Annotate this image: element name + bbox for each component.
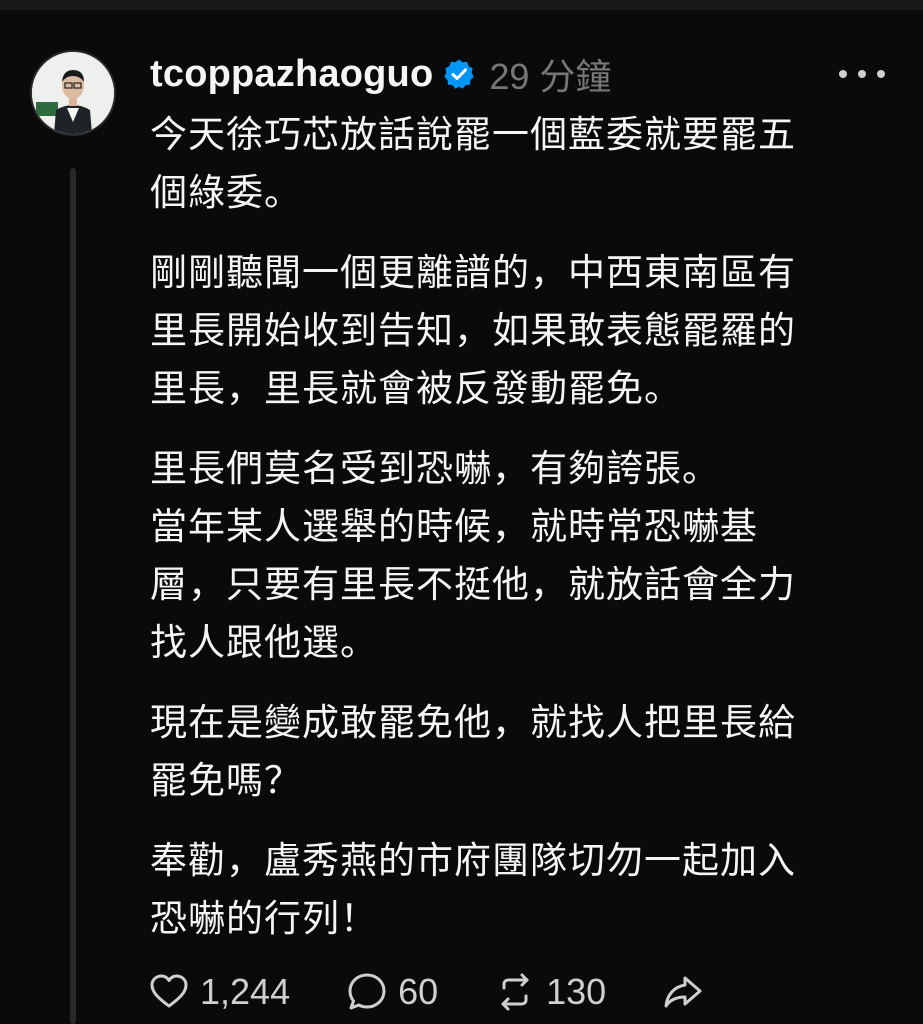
thread-line <box>70 168 76 1024</box>
repost-count: 130 <box>546 971 607 1012</box>
more-dots-icon[interactable] <box>839 64 885 84</box>
repost-button[interactable]: 130 <box>494 971 606 1013</box>
post-body: 今天徐巧芯放話說罷一個藍委就要罷五 個綠委。 剛剛聽聞一個更離譜的，中西東南區有… <box>150 106 890 970</box>
reply-button[interactable]: 60 <box>346 971 438 1013</box>
post-paragraph: 剛剛聽聞一個更離譜的，中西東南區有 里長開始收到告知，如果敢表態罷羅的 里長，里… <box>150 251 796 410</box>
post-paragraph: 今天徐巧芯放話說罷一個藍委就要罷五 個綠委。 <box>150 113 796 214</box>
repost-icon <box>501 973 529 1011</box>
avatar-photo <box>32 52 114 134</box>
more-dot <box>858 70 866 78</box>
post-paragraph: 現在是變成敢罷免他，就找人把里長給 罷免嗎？ <box>150 701 796 802</box>
action-bar: 1,244 60 130 <box>148 964 760 1020</box>
share-icon <box>664 976 702 1008</box>
like-button[interactable]: 1,244 <box>148 971 290 1013</box>
post-paragraph: 里長們莫名受到恐嚇，有夠誇張。 當年某人選舉的時候，就時常恐嚇基 層，只要有里長… <box>150 447 796 664</box>
more-dot <box>877 70 885 78</box>
post-header: tcoppazhaoguo 29 分鐘 <box>150 50 611 98</box>
more-dot <box>839 70 847 78</box>
comment-icon <box>348 973 386 1010</box>
username[interactable]: tcoppazhaoguo <box>150 53 433 96</box>
share-button[interactable] <box>662 971 704 1013</box>
avatar[interactable] <box>30 50 116 136</box>
verified-badge-icon <box>443 58 475 90</box>
like-count: 1,244 <box>200 971 291 1012</box>
post-paragraph: 奉勸，盧秀燕的市府團隊切勿一起加入 恐嚇的行列！ <box>150 839 796 940</box>
top-border <box>0 0 923 10</box>
reply-count: 60 <box>398 971 439 1012</box>
heart-icon <box>150 974 188 1008</box>
post-timestamp: 29 分鐘 <box>489 56 612 97</box>
